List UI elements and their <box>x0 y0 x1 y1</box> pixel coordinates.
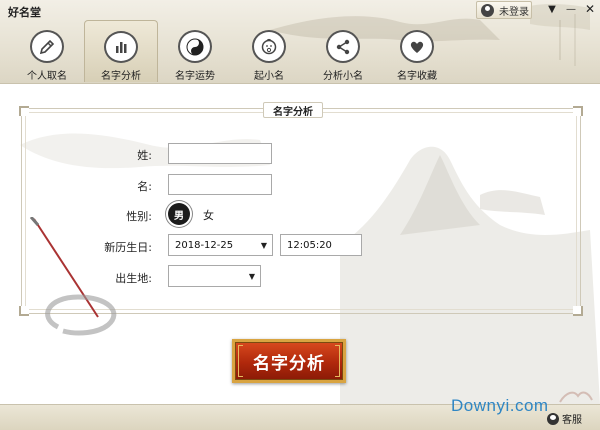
gender-male-radio[interactable]: 男 <box>168 203 190 225</box>
pen-icon <box>30 30 64 63</box>
nav-item-nickname[interactable]: 起小名 <box>232 20 306 82</box>
login-label: 未登录 <box>499 6 529 18</box>
menu-dropdown-button[interactable]: ▼ <box>544 2 560 16</box>
given-name-label: 名: <box>137 180 152 193</box>
birthplace-label: 出生地: <box>115 272 152 285</box>
birth-date-label: 新历生日: <box>104 241 152 254</box>
top-toolbar: 好名堂 未登录 ▼ — ✕ 个人取名 名字分析 名字运势 起小名 分析小名 名字… <box>0 0 600 84</box>
gender-label: 性别: <box>126 210 152 223</box>
app-title: 好名堂 <box>8 6 41 19</box>
analyze-name-button[interactable]: 名字分析 <box>232 339 346 383</box>
nav-item-name-fortune[interactable]: 名字运势 <box>158 20 232 82</box>
nav-label: 起小名 <box>254 71 284 82</box>
nav-label: 名字收藏 <box>397 71 437 82</box>
close-button[interactable]: ✕ <box>582 2 598 16</box>
watermark: Downyi.com <box>451 396 549 415</box>
nav-item-personal-naming[interactable]: 个人取名 <box>10 20 84 82</box>
nav-item-nickname-analysis[interactable]: 分析小名 <box>306 20 380 82</box>
gender-female-radio[interactable]: 女 <box>203 207 214 223</box>
baby-icon <box>252 30 286 63</box>
customer-service-button[interactable]: 客服 <box>547 411 582 426</box>
bar-chart-icon <box>104 31 138 63</box>
birth-date-value: 2018-12-25 <box>175 239 234 251</box>
yin-yang-icon <box>178 30 212 63</box>
nav-item-name-analysis[interactable]: 名字分析 <box>84 20 158 82</box>
surname-label: 姓: <box>137 149 152 162</box>
heart-icon <box>400 30 434 63</box>
birth-time-value: 12:05:20 <box>287 239 332 251</box>
main-nav: 个人取名 名字分析 名字运势 起小名 分析小名 名字收藏 <box>10 20 454 82</box>
birth-date-select[interactable]: 2018-12-25 ▼ <box>168 234 273 256</box>
content-area: 名字分析 姓: 名: 性别: 男 女 新历生日: 2018-12-25 ▼ 12… <box>0 85 600 404</box>
given-name-input[interactable] <box>168 174 272 195</box>
share-icon <box>326 30 360 63</box>
dropdown-arrow-icon: ▼ <box>248 272 255 281</box>
headset-icon <box>547 412 559 425</box>
nav-label: 分析小名 <box>323 71 363 82</box>
nav-label: 名字运势 <box>175 71 215 82</box>
nav-item-favorites[interactable]: 名字收藏 <box>380 20 454 82</box>
user-icon <box>481 3 494 17</box>
birthplace-select[interactable]: ▼ <box>168 265 261 287</box>
birth-time-input[interactable]: 12:05:20 <box>280 234 362 256</box>
nav-label: 个人取名 <box>27 71 67 82</box>
minimize-button[interactable]: — <box>563 2 579 16</box>
section-title: 名字分析 <box>263 102 323 118</box>
login-button[interactable]: 未登录 <box>476 1 532 19</box>
customer-service-label: 客服 <box>562 415 582 426</box>
analyze-button-label: 名字分析 <box>253 353 325 374</box>
surname-input[interactable] <box>168 143 272 164</box>
dropdown-arrow-icon: ▼ <box>260 241 267 250</box>
nav-label: 名字分析 <box>101 71 141 82</box>
